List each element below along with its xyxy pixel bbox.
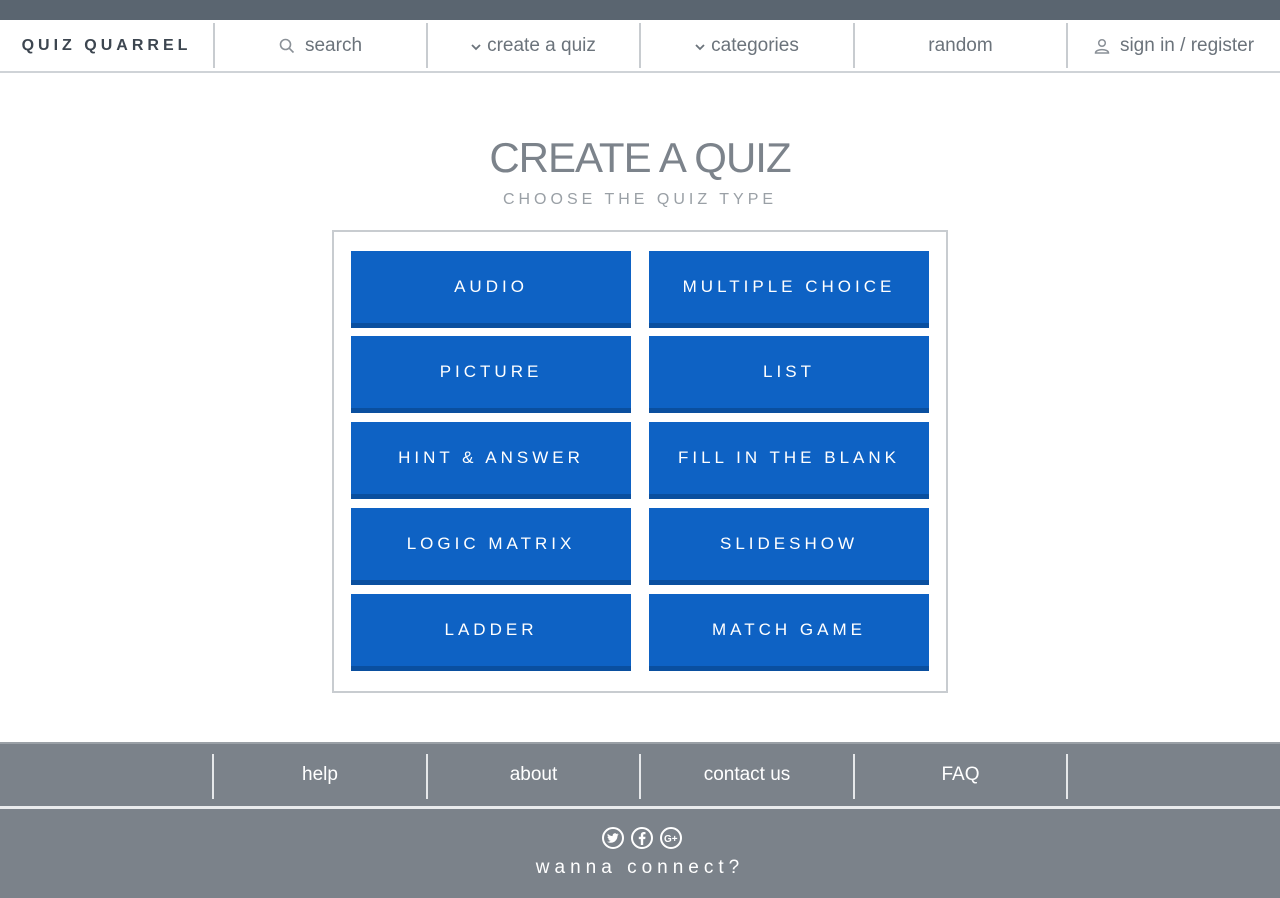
chevron-down-icon [471,35,481,57]
quiz-type-match-game-button[interactable]: MATCH GAME [649,594,929,671]
footer-divider [1066,754,1068,799]
footer-about-link[interactable]: about [428,744,639,806]
quiz-type-multiple-choice-button[interactable]: MULTIPLE CHOICE [649,251,929,328]
nav-random[interactable]: random [855,20,1066,71]
nav-create-label: create a quiz [487,34,596,56]
page-subtitle: CHOOSE THE QUIZ TYPE [502,191,778,208]
connect-text: wanna connect? [535,857,745,878]
nav-search[interactable]: search [215,20,426,71]
facebook-icon[interactable] [631,827,653,849]
footer-help-link[interactable]: help [214,744,426,806]
quiz-type-ladder-button[interactable]: LADDER [351,594,631,671]
quiz-type-list-button[interactable]: LIST [649,336,929,413]
quiz-type-panel: AUDIO MULTIPLE CHOICE PICTURE LIST HINT … [332,230,948,693]
quiz-type-picture-button[interactable]: PICTURE [351,336,631,413]
nav-search-label: search [304,34,363,56]
footer-nav: help about contact us FAQ [0,742,1280,806]
navbar: QUIZ QUARREL search create a quiz catego… [0,20,1280,73]
nav-categories-label: categories [711,34,799,56]
quiz-type-fill-blank-button[interactable]: FILL IN THE BLANK [649,422,929,499]
nav-create-quiz[interactable]: create a quiz [428,20,639,71]
search-icon [279,38,295,54]
footer-contact-link[interactable]: contact us [641,744,853,806]
quiz-type-hint-answer-button[interactable]: HINT & ANSWER [351,422,631,499]
twitter-icon[interactable] [602,827,624,849]
google-plus-icon[interactable]: G+ [660,827,682,849]
nav-sign-in[interactable]: sign in / register [1068,20,1280,71]
nav-categories[interactable]: categories [641,20,853,71]
quiz-type-logic-matrix-button[interactable]: LOGIC MATRIX [351,508,631,585]
footer-faq-link[interactable]: FAQ [855,744,1066,806]
nav-signin-label: sign in / register [1119,34,1255,56]
nav-random-label: random [928,34,993,56]
svg-text:G+: G+ [664,834,678,843]
top-strip [0,0,1280,20]
chevron-down-icon [695,35,705,57]
quiz-type-slideshow-button[interactable]: SLIDESHOW [649,508,929,585]
site-logo[interactable]: QUIZ QUARREL [0,20,213,71]
footer-social: G+ wanna connect? [0,809,1280,898]
user-icon [1094,38,1110,54]
quiz-type-audio-button[interactable]: AUDIO [351,251,631,328]
page-title: CREATE A QUIZ [489,134,791,181]
